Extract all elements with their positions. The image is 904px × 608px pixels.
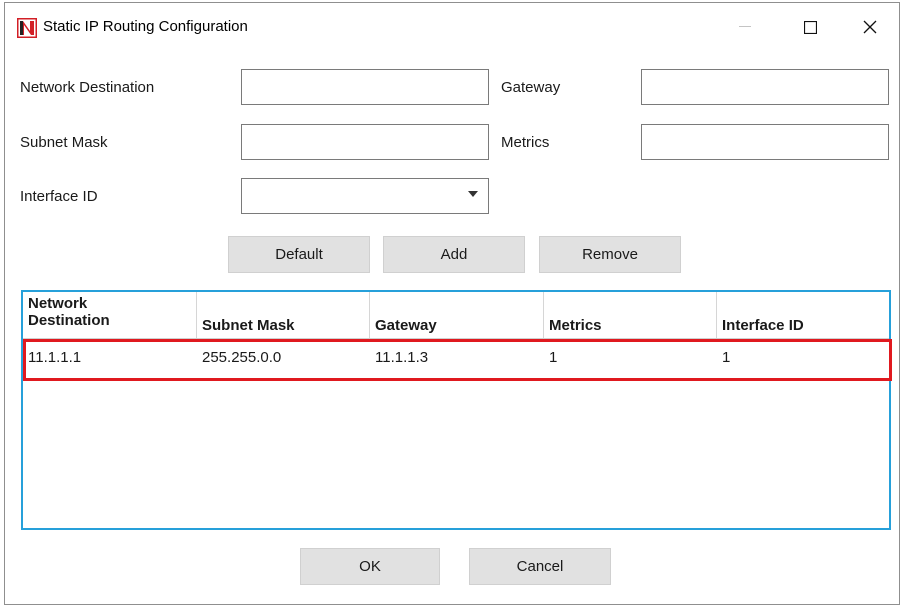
maximize-icon[interactable]: [787, 12, 833, 42]
minimize-icon[interactable]: [722, 12, 768, 42]
table-header: Network Destination Subnet Mask Gateway …: [23, 292, 889, 339]
column-header-metrics[interactable]: Metrics: [544, 292, 717, 338]
column-header-label: Interface ID: [722, 317, 804, 334]
default-button[interactable]: Default: [228, 236, 370, 273]
column-header-label: Metrics: [549, 317, 602, 334]
column-header-label: Subnet Mask: [202, 317, 295, 334]
window-title: Static IP Routing Configuration: [43, 18, 248, 35]
chevron-down-icon: [468, 191, 478, 197]
subnet-mask-label: Subnet Mask: [20, 134, 108, 151]
metrics-input[interactable]: [641, 124, 889, 160]
gateway-label: Gateway: [501, 79, 561, 96]
subnet-mask-input[interactable]: [241, 124, 489, 160]
interface-id-label: Interface ID: [20, 188, 98, 205]
row-highlight-annotation: [23, 339, 892, 381]
column-header-label: Gateway: [375, 317, 437, 334]
dialog-window: Static IP Routing Configuration Network …: [4, 2, 900, 605]
add-button[interactable]: Add: [383, 236, 525, 273]
cancel-button[interactable]: Cancel: [469, 548, 611, 585]
metrics-label: Metrics: [501, 134, 550, 151]
network-destination-input[interactable]: [241, 69, 489, 105]
column-header-network-destination[interactable]: Network Destination: [23, 292, 197, 338]
column-header-gateway[interactable]: Gateway: [370, 292, 544, 338]
interface-id-combobox[interactable]: [241, 178, 489, 214]
column-header-subnet-mask[interactable]: Subnet Mask: [197, 292, 370, 338]
column-header-label: Network Destination: [28, 295, 110, 329]
close-icon[interactable]: [847, 12, 893, 42]
n-logo-icon: [17, 18, 37, 38]
ok-button[interactable]: OK: [300, 548, 440, 585]
gateway-input[interactable]: [641, 69, 889, 105]
network-destination-label: Network Destination: [20, 79, 155, 96]
remove-button[interactable]: Remove: [539, 236, 681, 273]
routes-table[interactable]: Network Destination Subnet Mask Gateway …: [21, 290, 891, 530]
title-bar[interactable]: Static IP Routing Configuration: [5, 3, 899, 51]
column-header-interface-id[interactable]: Interface ID: [717, 292, 889, 338]
